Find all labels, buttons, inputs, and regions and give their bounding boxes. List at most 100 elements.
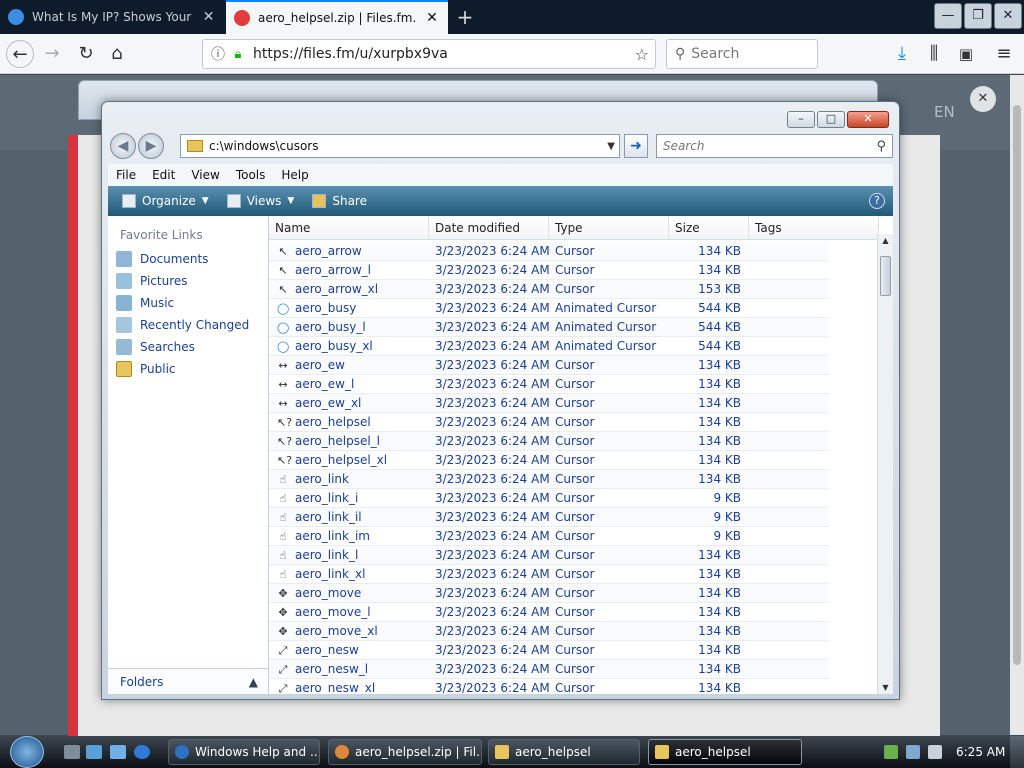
- switch-windows-icon[interactable]: [86, 745, 102, 759]
- share-button[interactable]: Share: [308, 194, 371, 208]
- table-row[interactable]: ↔ aero_ew_l 3/23/2023 6:24 AM Cursor 134 KB: [269, 375, 829, 394]
- scroll-thumb[interactable]: [880, 256, 891, 296]
- table-row[interactable]: ☝ aero_link_xl 3/23/2023 6:24 AM Cursor 134 …: [269, 565, 829, 584]
- search-icon[interactable]: ⚲: [876, 139, 886, 154]
- media-icon[interactable]: [110, 745, 126, 759]
- nav-item-public[interactable]: Public: [116, 361, 176, 377]
- taskbar-item-folder-active[interactable]: aero_helpsel: [648, 739, 802, 765]
- clock[interactable]: 6:25 AM: [956, 745, 1005, 759]
- menu-view[interactable]: View: [183, 168, 227, 182]
- back-button[interactable]: ◀: [110, 133, 136, 159]
- tab-files-fm[interactable]: aero_helpsel.zip | Files.fm. ✕: [226, 0, 448, 34]
- table-row[interactable]: ⤢ aero_nesw_l 3/23/2023 6:24 AM Cursor 134 K…: [269, 660, 829, 679]
- table-row[interactable]: ↖ aero_arrow_l 3/23/2023 6:24 AM Cursor 134 …: [269, 261, 829, 280]
- download-icon[interactable]: ⤓: [888, 40, 916, 68]
- table-row[interactable]: ☝ aero_link 3/23/2023 6:24 AM Cursor 134 KB: [269, 470, 829, 489]
- nav-item-recently-changed[interactable]: Recently Changed: [116, 317, 249, 333]
- table-row[interactable]: ↖ aero_arrow 3/23/2023 6:24 AM Cursor 134 KB: [269, 242, 829, 261]
- column-name[interactable]: Name: [269, 216, 429, 240]
- folders-toggle[interactable]: Folders ▲: [108, 668, 268, 694]
- close-tab-icon[interactable]: ✕: [424, 10, 440, 26]
- nav-item-searches[interactable]: Searches: [116, 339, 195, 355]
- search-placeholder: Search: [663, 139, 705, 153]
- explorer-maximize-button[interactable]: □: [817, 111, 845, 128]
- overlay-close-button[interactable]: ✕: [970, 86, 996, 112]
- explorer-search-input[interactable]: Search ⚲: [656, 134, 893, 158]
- table-row[interactable]: ↖? aero_helpsel 3/23/2023 6:24 AM Cursor 134…: [269, 413, 829, 432]
- column-type[interactable]: Type: [549, 216, 669, 240]
- taskbar-item-browser[interactable]: aero_helpsel.zip | Fil...: [328, 739, 482, 765]
- chevron-down-icon[interactable]: ▼: [607, 141, 615, 152]
- organize-button[interactable]: Organize ▼: [118, 194, 213, 208]
- close-window-button[interactable]: ✕: [994, 3, 1022, 29]
- table-row[interactable]: ☝ aero_link_l 3/23/2023 6:24 AM Cursor 134 K…: [269, 546, 829, 565]
- sidebar-icon[interactable]: ▣: [952, 40, 980, 68]
- explorer-minimize-button[interactable]: –: [787, 111, 815, 128]
- table-row[interactable]: ✥ aero_move_l 3/23/2023 6:24 AM Cursor 134 K…: [269, 603, 829, 622]
- show-desktop-icon[interactable]: [64, 745, 80, 759]
- tab-whatismyip[interactable]: What Is My IP? Shows Your Pu ✕: [0, 0, 224, 34]
- cursor-icon: ☝: [279, 530, 287, 543]
- scroll-up-icon[interactable]: ▲: [878, 236, 893, 245]
- url-bar[interactable]: ⓘ 🔒︎ https://files.fm/u/xurpbx9va ☆: [202, 39, 656, 69]
- home-button[interactable]: ⌂: [103, 40, 131, 68]
- security-icon[interactable]: [884, 745, 898, 759]
- table-row[interactable]: ◯ aero_busy_xl 3/23/2023 6:24 AM Animated C…: [269, 337, 829, 356]
- scroll-down-icon[interactable]: ▼: [878, 683, 893, 692]
- reload-button[interactable]: ↻: [72, 40, 100, 68]
- table-row[interactable]: ☝ aero_link_im 3/23/2023 6:24 AM Cursor 9 KB: [269, 527, 829, 546]
- explorer-close-button[interactable]: ✕: [847, 111, 889, 128]
- table-row[interactable]: ↖ aero_arrow_xl 3/23/2023 6:24 AM Cursor 153…: [269, 280, 829, 299]
- table-row[interactable]: ⤢ aero_nesw_xl 3/23/2023 6:24 AM Cursor 134 …: [269, 679, 829, 694]
- internet-explorer-icon[interactable]: [134, 745, 150, 759]
- table-row[interactable]: ☝ aero_link_il 3/23/2023 6:24 AM Cursor 9 KB: [269, 508, 829, 527]
- language-selector[interactable]: EN: [934, 103, 955, 121]
- column-size[interactable]: Size: [669, 216, 749, 240]
- table-row[interactable]: ◯ aero_busy 3/23/2023 6:24 AM Animated Curs…: [269, 299, 829, 318]
- bookmark-star-icon[interactable]: ☆: [635, 45, 649, 64]
- nav-item-pictures[interactable]: Pictures: [116, 273, 188, 289]
- page-scrollbar[interactable]: [1010, 75, 1024, 735]
- menu-edit[interactable]: Edit: [144, 168, 183, 182]
- taskbar-item-folder[interactable]: aero_helpsel: [488, 739, 640, 765]
- library-icon[interactable]: ⫼: [920, 40, 948, 68]
- forward-button[interactable]: ▶: [138, 133, 164, 159]
- menu-tools[interactable]: Tools: [228, 168, 274, 182]
- menu-file[interactable]: File: [108, 168, 144, 182]
- table-row[interactable]: ✥ aero_move 3/23/2023 6:24 AM Cursor 134 KB: [269, 584, 829, 603]
- info-icon[interactable]: ⓘ: [207, 44, 229, 64]
- table-row[interactable]: ◯ aero_busy_l 3/23/2023 6:24 AM Animated Cu…: [269, 318, 829, 337]
- list-scrollbar[interactable]: ▲ ▼: [877, 234, 893, 694]
- table-row[interactable]: ☝ aero_link_i 3/23/2023 6:24 AM Cursor 9 KB: [269, 489, 829, 508]
- browser-search-input[interactable]: ⚲ Search: [666, 39, 818, 69]
- nav-item-documents[interactable]: Documents: [116, 251, 208, 267]
- help-icon[interactable]: ?: [869, 193, 885, 209]
- file-type: Cursor: [555, 548, 595, 562]
- table-row[interactable]: ↖? aero_helpsel_xl 3/23/2023 6:24 AM Cursor…: [269, 451, 829, 470]
- table-row[interactable]: ⤢ aero_nesw 3/23/2023 6:24 AM Cursor 134 KB: [269, 641, 829, 660]
- volume-icon[interactable]: [928, 745, 942, 759]
- table-row[interactable]: ↔ aero_ew_xl 3/23/2023 6:24 AM Cursor 134 KB: [269, 394, 829, 413]
- new-tab-button[interactable]: +: [452, 5, 478, 29]
- table-row[interactable]: ✥ aero_move_xl 3/23/2023 6:24 AM Cursor 134 …: [269, 622, 829, 641]
- restore-button[interactable]: ❐: [964, 3, 992, 29]
- nav-item-music[interactable]: Music: [116, 295, 174, 311]
- address-bar[interactable]: c:\windows\cusors ▼: [180, 134, 620, 158]
- start-button[interactable]: [10, 736, 44, 768]
- folder-icon: [495, 745, 509, 759]
- column-date-modified[interactable]: Date modified: [429, 216, 549, 240]
- column-tags[interactable]: Tags: [749, 216, 879, 240]
- table-row[interactable]: ↔ aero_ew 3/23/2023 6:24 AM Cursor 134 KB: [269, 356, 829, 375]
- go-button[interactable]: ➜: [624, 134, 648, 158]
- views-button[interactable]: Views ▼: [223, 194, 299, 208]
- minimize-button[interactable]: —: [934, 3, 962, 29]
- table-row[interactable]: ↖? aero_helpsel_l 3/23/2023 6:24 AM Cursor 1…: [269, 432, 829, 451]
- network-icon[interactable]: [906, 745, 920, 759]
- close-tab-icon[interactable]: ✕: [201, 9, 216, 25]
- menu-help[interactable]: Help: [273, 168, 316, 182]
- show-desktop-button[interactable]: [1010, 736, 1024, 768]
- forward-button[interactable]: →: [38, 40, 66, 68]
- taskbar-item-help[interactable]: Windows Help and ...: [168, 739, 320, 765]
- back-button[interactable]: ←: [6, 40, 34, 68]
- menu-icon[interactable]: ≡: [990, 40, 1018, 68]
